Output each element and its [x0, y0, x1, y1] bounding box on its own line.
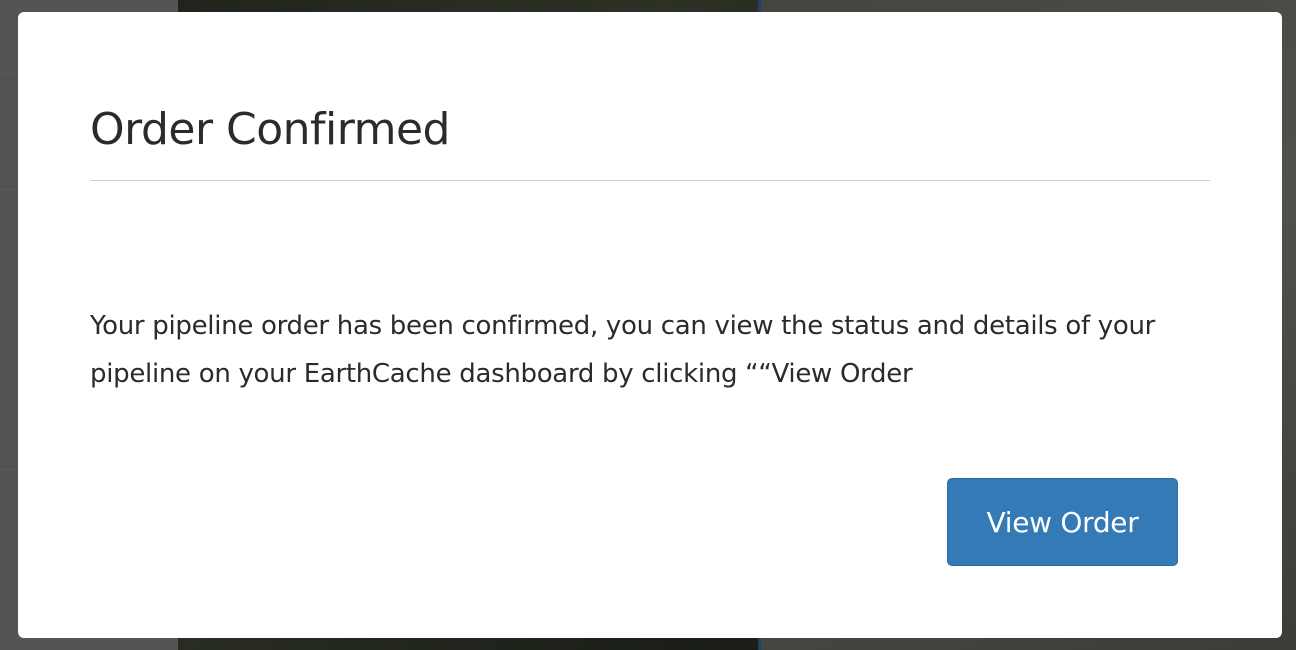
dialog-title: Order Confirmed	[90, 104, 450, 155]
dialog-header-divider	[90, 180, 1210, 181]
order-confirmed-dialog: Order Confirmed Your pipeline order has …	[18, 12, 1282, 638]
view-order-button[interactable]: View Order	[947, 478, 1178, 566]
dialog-message: Your pipeline order has been confirmed, …	[90, 311, 1156, 389]
